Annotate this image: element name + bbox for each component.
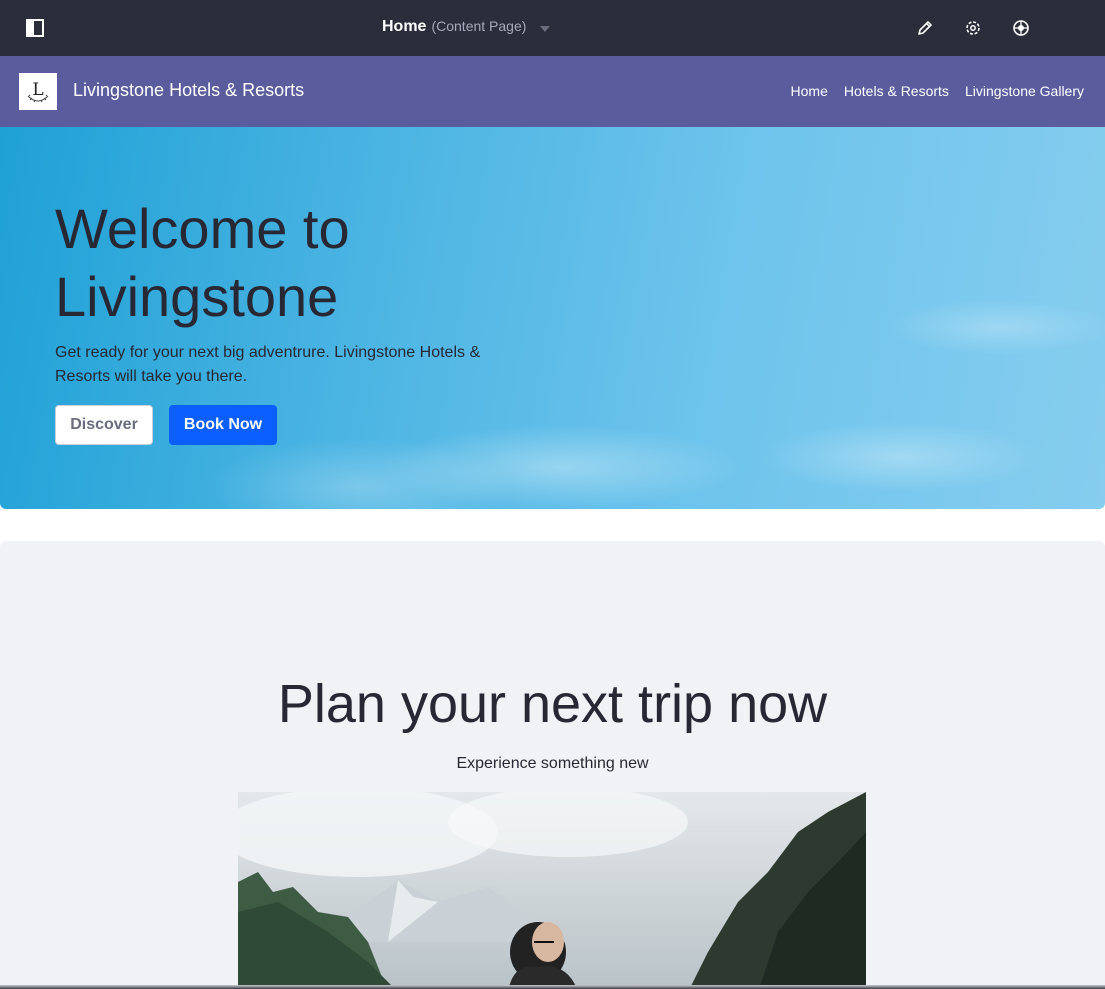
plan-trip-section: Plan your next trip now Experience somet… [0,541,1105,989]
plan-heading: Plan your next trip now [277,674,828,734]
site-name[interactable]: Livingstone Hotels & Resorts [73,80,304,101]
traveler-photo [238,792,866,989]
hero-description: Get ready for your next big adventrure. … [55,344,481,385]
bottom-edge [0,985,1105,989]
nav-link-hotels-resorts[interactable]: Hotels & Resorts [844,83,949,99]
caret-down-icon[interactable] [540,26,550,32]
nav-link-home[interactable]: Home [791,83,828,99]
discover-button[interactable]: Discover [55,405,153,445]
site-logo[interactable]: L [19,73,57,110]
plan-subheading: Experience something new [456,755,649,772]
hero-heading: Welcome to Livingstone [55,197,350,328]
book-now-button[interactable]: Book Now [169,405,277,445]
svg-text:L: L [32,80,43,100]
main-navigation: Home Hotels & Resorts Livingstone Galler… [791,83,1084,99]
sidebar-toggle-icon[interactable] [20,14,50,42]
page-type-label: (Content Page) [431,18,527,34]
page-title-group: Home (Content Page) [382,18,526,38]
page-title: Home [382,18,427,35]
control-menu: Home (Content Page) [0,0,1105,56]
pencil-icon[interactable] [914,17,936,39]
gear-icon[interactable] [962,17,984,39]
simulation-icon[interactable] [1010,17,1032,39]
site-header: L Livingstone Hotels & Resorts Home Hote… [0,56,1105,127]
hero-banner: Welcome to Livingstone Get ready for you… [0,127,1105,509]
nav-link-livingstone-gallery[interactable]: Livingstone Gallery [965,83,1084,99]
